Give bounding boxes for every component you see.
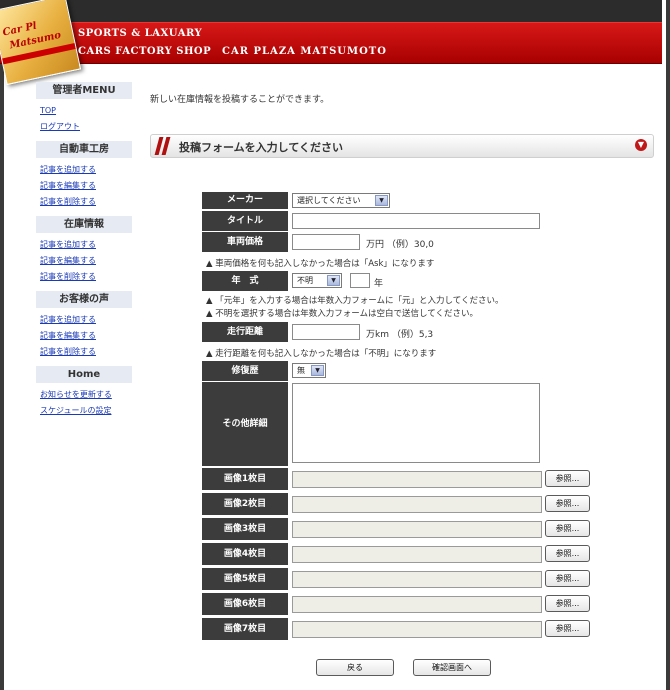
image-7-file-input[interactable] (292, 621, 542, 638)
image-7-label: 画像7枚目 (202, 618, 288, 641)
brand-line-3: CAR PLAZA MATSUMOTO (222, 46, 387, 57)
title-input[interactable] (292, 213, 540, 229)
year-select-value: 不明 (297, 276, 313, 285)
image-7-browse-button[interactable]: 参照... (545, 620, 590, 637)
image-3-browse-button[interactable]: 参照... (545, 520, 590, 537)
image-2-label: 画像2枚目 (202, 493, 288, 516)
price-unit: 万円 （例）30,0 (366, 240, 434, 250)
price-input[interactable] (292, 234, 360, 250)
maker-label: メーカー (202, 192, 288, 210)
mileage-note: ▲ 走行距離を何も記入しなかった場合は「不明」になります (206, 349, 437, 359)
sidebar-link-delete[interactable]: 記事を削除する (36, 269, 136, 285)
image-5-file-input[interactable] (292, 571, 542, 588)
sidebar: 管理者MENU TOP ログアウト 自動車工房 記事を追加する 記事を編集する … (36, 82, 136, 425)
sidebar-link-delete[interactable]: 記事を削除する (36, 194, 136, 210)
repair-select-value: 無 (297, 366, 305, 375)
image-2-browse-button[interactable]: 参照... (545, 495, 590, 512)
year-note-2: ▲ 不明を選択する場合は年数入力フォームは空白で送信してください。 (206, 309, 478, 319)
year-input[interactable] (350, 273, 370, 288)
sidebar-link-add[interactable]: 記事を追加する (36, 237, 136, 253)
image-2-file-input[interactable] (292, 496, 542, 513)
sidebar-link-edit[interactable]: 記事を編集する (36, 328, 136, 344)
form-title: 投稿フォームを入力してください (179, 141, 344, 154)
details-textarea[interactable] (292, 383, 540, 463)
sidebar-heading: Home (36, 366, 132, 383)
sidebar-group-home: Home お知らせを更新する スケジュールの設定 (36, 366, 136, 419)
sidebar-group-voices: お客様の声 記事を追加する 記事を編集する 記事を削除する (36, 291, 136, 360)
sidebar-group-admin: 管理者MENU TOP ログアウト (36, 82, 136, 135)
sidebar-link-top[interactable]: TOP (36, 103, 136, 119)
maker-select-value: 選択してください (297, 196, 361, 205)
header-topbar (0, 0, 662, 22)
chevron-down-icon: ▼ (375, 195, 388, 206)
image-6-file-input[interactable] (292, 596, 542, 613)
sidebar-link-schedule[interactable]: スケジュールの設定 (36, 403, 136, 419)
sidebar-heading: 在庫情報 (36, 216, 132, 233)
repair-select[interactable]: 無 ▼ (292, 363, 326, 378)
image-5-browse-button[interactable]: 参照... (545, 570, 590, 587)
intro-text: 新しい在庫情報を投稿することができます。 (150, 95, 330, 105)
mileage-input[interactable] (292, 324, 360, 340)
sidebar-group-workshop: 自動車工房 記事を追加する 記事を編集する 記事を削除する (36, 141, 136, 210)
chevron-down-icon: ▼ (311, 365, 324, 376)
image-1-file-input[interactable] (292, 471, 542, 488)
year-unit: 年 (374, 279, 384, 289)
maker-select[interactable]: 選択してください ▼ (292, 193, 390, 208)
sidebar-heading: 管理者MENU (36, 82, 132, 99)
sidebar-link-edit[interactable]: 記事を編集する (36, 178, 136, 194)
sidebar-heading: 自動車工房 (36, 141, 132, 158)
mileage-unit: 万km （例）5,3 (366, 330, 434, 340)
collapse-toggle-icon[interactable]: ▼ (635, 139, 647, 151)
sidebar-link-logout[interactable]: ログアウト (36, 119, 136, 135)
image-5-label: 画像5枚目 (202, 568, 288, 591)
sidebar-link-delete[interactable]: 記事を削除する (36, 344, 136, 360)
image-1-label: 画像1枚目 (202, 468, 288, 491)
form-title-bar: 投稿フォームを入力してください ▼ (150, 134, 654, 158)
title-label: タイトル (202, 211, 288, 232)
sidebar-link-add[interactable]: 記事を追加する (36, 162, 136, 178)
details-label: その他詳細 (202, 382, 288, 467)
image-4-file-input[interactable] (292, 546, 542, 563)
sidebar-link-news[interactable]: お知らせを更新する (36, 387, 136, 403)
sidebar-link-add[interactable]: 記事を追加する (36, 312, 136, 328)
image-6-label: 画像6枚目 (202, 593, 288, 616)
image-4-label: 画像4枚目 (202, 543, 288, 566)
year-select[interactable]: 不明 ▼ (292, 273, 342, 288)
image-1-browse-button[interactable]: 参照... (545, 470, 590, 487)
repair-label: 修復歴 (202, 361, 288, 382)
back-button[interactable]: 戻る (316, 659, 394, 676)
image-6-browse-button[interactable]: 参照... (545, 595, 590, 612)
sidebar-group-stock: 在庫情報 記事を追加する 記事を編集する 記事を削除する (36, 216, 136, 285)
brand-line-2: CARS FACTORY SHOP (78, 46, 212, 57)
mileage-label: 走行距離 (202, 322, 288, 343)
chevron-down-icon: ▼ (327, 275, 340, 286)
price-note: ▲ 車両価格を何も記入しなかった場合は「Ask」になります (206, 259, 435, 269)
brand-line-1: SPORTS & LAXUARY (78, 28, 203, 39)
image-3-file-input[interactable] (292, 521, 542, 538)
price-label: 車両価格 (202, 232, 288, 253)
title-bar-accent (154, 137, 171, 155)
confirm-button[interactable]: 確認画面へ (413, 659, 491, 676)
image-4-browse-button[interactable]: 参照... (545, 545, 590, 562)
image-3-label: 画像3枚目 (202, 518, 288, 541)
year-note-1: ▲ 「元年」を入力する場合は年数入力フォームに「元」と入力してください。 (206, 296, 504, 306)
year-label: 年 式 (202, 271, 288, 292)
sidebar-link-edit[interactable]: 記事を編集する (36, 253, 136, 269)
sidebar-heading: お客様の声 (36, 291, 132, 308)
